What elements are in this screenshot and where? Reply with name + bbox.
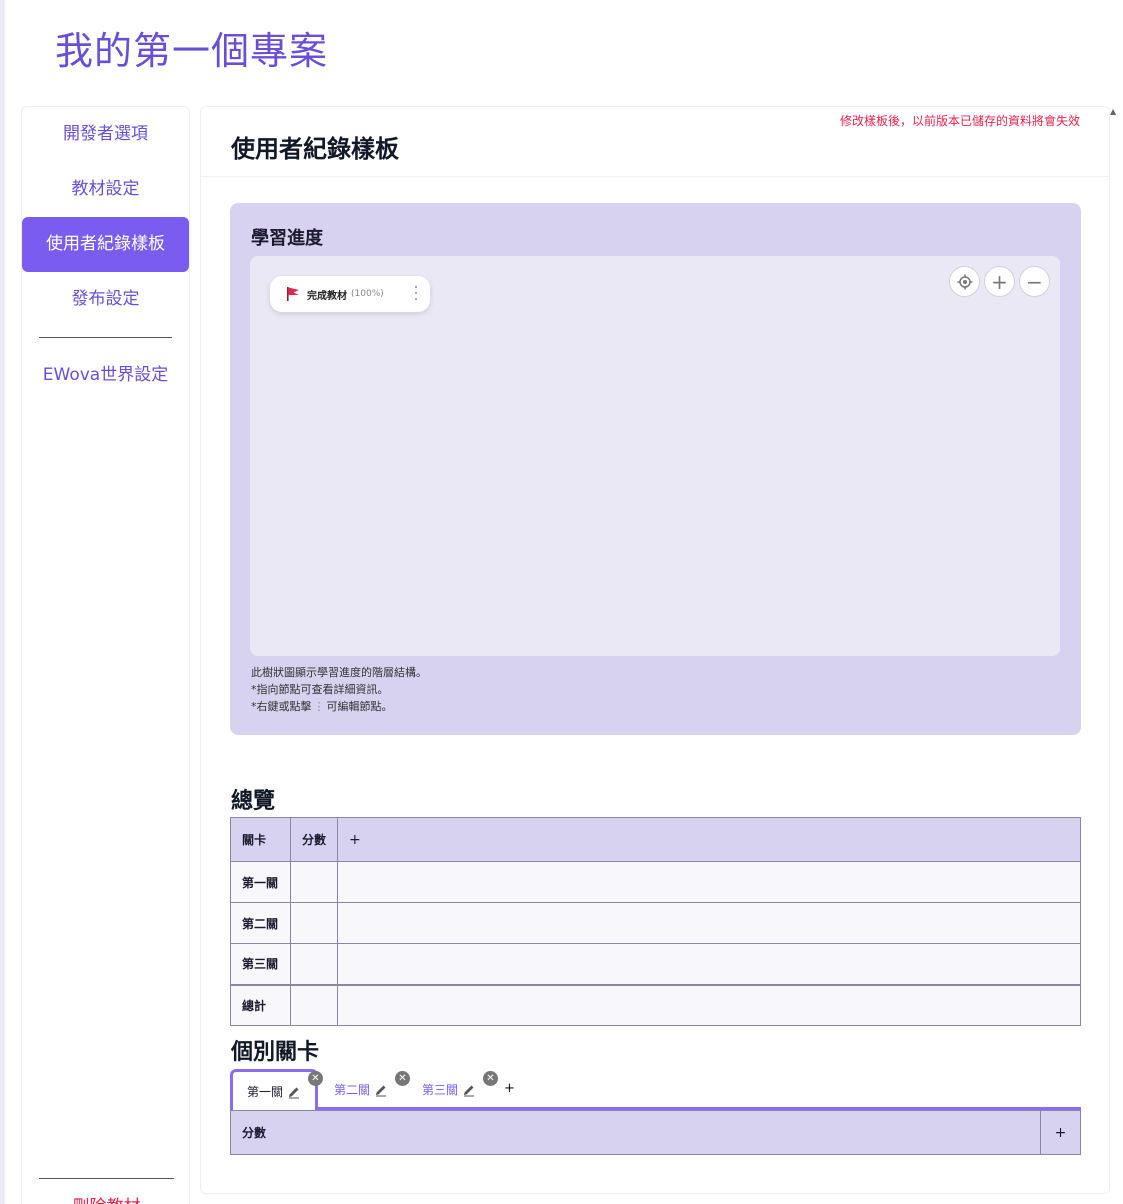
table-row: 第三關 <box>230 943 1081 985</box>
overview-table: 關卡 分數 + 第一關 第二關 第三關 總計 <box>230 817 1081 1026</box>
section-title: 使用者紀錄樣板 <box>231 135 399 163</box>
score-header: 分數 <box>230 1110 1041 1155</box>
tree-node-complete-material[interactable]: 完成教材 (100%) <box>270 276 430 312</box>
total-label: 總計 <box>230 983 291 1026</box>
recenter-icon[interactable] <box>949 266 980 297</box>
close-tab-2-icon[interactable]: ✕ <box>395 1071 410 1086</box>
empty-cell <box>337 983 1081 1026</box>
tree-node-label: 完成教材 <box>307 290 347 302</box>
score-cell[interactable] <box>290 902 338 944</box>
column-header-score: 分數 <box>290 817 338 862</box>
close-tab-3-icon[interactable]: ✕ <box>483 1071 498 1086</box>
tree-node-percent: (100%) <box>351 289 384 299</box>
project-title: 我的第一個專案 <box>55 29 329 73</box>
crosshair-icon <box>957 274 972 289</box>
empty-cell <box>337 943 1081 985</box>
table-total-row: 總計 <box>230 983 1081 1026</box>
close-tab-1-icon[interactable]: ✕ <box>308 1071 323 1086</box>
tab-level-1[interactable]: 第一關 <box>230 1069 319 1111</box>
level-tabs: 第一關 ✕ 第二關 ✕ 第三關 ✕ + <box>230 1069 1081 1111</box>
row-label: 第一關 <box>230 861 291 903</box>
main-content-card: 修改樣板後，以前版本已儲存的資料將會失效 使用者紀錄樣板 學習進度 完成教材 (… <box>200 106 1110 1194</box>
edit-pencil-icon[interactable] <box>287 1085 301 1099</box>
row-label: 第三關 <box>230 943 291 985</box>
tab-label: 第一關 <box>247 1085 284 1099</box>
edit-pencil-icon[interactable] <box>462 1083 476 1097</box>
note-line-1: 此樹狀圖顯示學習進度的階層結構。 <box>251 666 427 679</box>
vertical-dots-icon: ⋮ <box>313 700 325 713</box>
tab-label: 第三關 <box>422 1083 459 1097</box>
learning-progress-panel: 學習進度 完成教材 (100%) + − 此樹狀圖顯示學習進度的階層結構。 *指… <box>230 203 1081 735</box>
tab-level-3[interactable]: 第三關 <box>422 1069 476 1110</box>
sidebar-item-material-settings[interactable]: 教材設定 <box>22 162 189 217</box>
header-divider <box>201 176 1109 177</box>
progress-tree-canvas[interactable]: 完成教材 (100%) + − <box>250 256 1060 656</box>
red-flag-icon <box>287 287 299 301</box>
total-score-cell <box>290 983 338 1026</box>
individual-levels-title: 個別關卡 <box>231 1040 320 1065</box>
learning-progress-title: 學習進度 <box>251 228 323 249</box>
zoom-controls: + − <box>949 266 1050 297</box>
score-cell[interactable] <box>290 861 338 903</box>
note-line-3-start: *右鍵或點擊 <box>251 700 312 713</box>
overview-title: 總覽 <box>231 789 276 814</box>
zoom-out-icon[interactable]: − <box>1019 266 1050 297</box>
row-label: 第二關 <box>230 902 291 944</box>
add-score-column-button[interactable]: + <box>1040 1110 1081 1155</box>
tree-help-notes: 此樹狀圖顯示學習進度的階層結構。 *指向節點可查看詳細資訊。 *右鍵或點擊 ⋮ 可編… <box>251 664 427 715</box>
delete-material-button[interactable]: 刪除教材 <box>22 1192 191 1204</box>
edit-pencil-icon[interactable] <box>374 1083 388 1097</box>
tab-level-2[interactable]: 第二關 <box>334 1069 388 1110</box>
tab-label: 第二關 <box>334 1083 371 1097</box>
zoom-in-icon[interactable]: + <box>984 266 1015 297</box>
table-header-row: 分數 + <box>230 1110 1081 1155</box>
sidebar-bottom-divider <box>39 1178 174 1179</box>
note-line-2: *指向節點可查看詳細資訊。 <box>251 683 389 696</box>
table-row: 第一關 <box>230 861 1081 903</box>
sidebar-item-ewova-world-settings[interactable]: EWova世界設定 <box>22 348 189 403</box>
node-menu-icon[interactable] <box>414 286 418 300</box>
column-header-level: 關卡 <box>230 817 291 862</box>
sidebar-item-publish-settings[interactable]: 發布設定 <box>22 272 189 327</box>
empty-cell <box>337 902 1081 944</box>
scroll-up-arrow-icon[interactable]: ▲ <box>1110 107 1116 116</box>
sidebar-item-user-record-template[interactable]: 使用者紀錄樣板 <box>22 217 189 272</box>
score-cell[interactable] <box>290 943 338 985</box>
sidebar-item-developer-options[interactable]: 開發者選項 <box>22 107 189 162</box>
sidebar-divider <box>39 337 172 338</box>
table-header-row: 關卡 分數 + <box>230 817 1081 862</box>
add-tab-button[interactable]: + <box>504 1081 515 1096</box>
template-warning: 修改樣板後，以前版本已儲存的資料將會失效 <box>839 114 1080 128</box>
note-line-3-end: 可編輯節點。 <box>326 700 393 713</box>
add-column-button[interactable]: + <box>337 817 1081 862</box>
table-row: 第二關 <box>230 902 1081 944</box>
window-edge <box>0 0 5 1204</box>
sidebar: 開發者選項 教材設定 使用者紀錄樣板 發布設定 EWova世界設定 刪除教材 <box>21 106 190 1204</box>
note-line-3: *右鍵或點擊 ⋮ 可編輯節點。 <box>251 698 427 715</box>
empty-cell <box>337 861 1081 903</box>
level-score-table: 分數 + <box>230 1110 1081 1155</box>
